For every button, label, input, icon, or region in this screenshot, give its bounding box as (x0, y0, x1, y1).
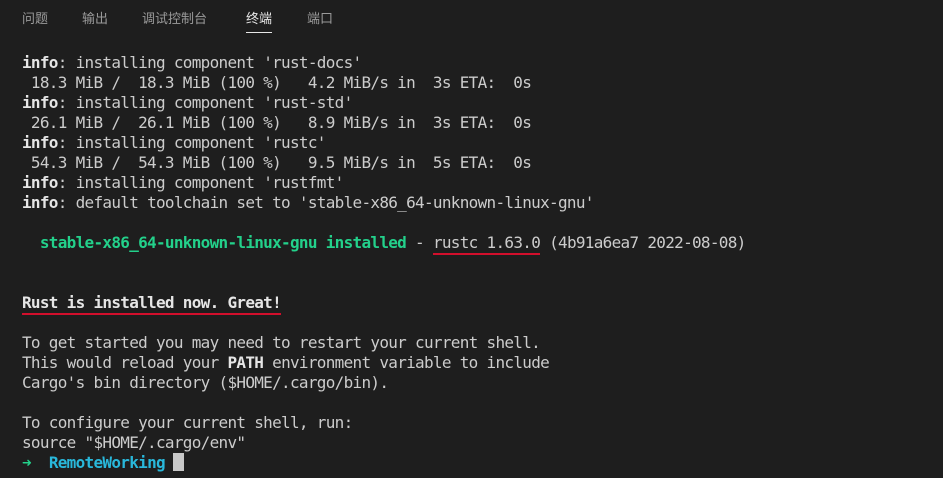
terminal-cursor (172, 453, 184, 471)
rustc-version-text: rustc 1.63.0 (432, 233, 541, 255)
terminal-line: To configure your current shell, run: (22, 413, 353, 432)
tab-problems[interactable]: 问题 (22, 10, 48, 32)
terminal-line: info: default toolchain set to 'stable-x… (22, 193, 937, 213)
terminal-line: 54.3 MiB / 54.3 MiB (100 %) 9.5 MiB/s in… (22, 153, 532, 172)
info-prefix: info (22, 133, 58, 152)
prompt-arrow-icon: ➜ (22, 453, 32, 472)
prompt-line[interactable]: ➜ RemoteWorking (22, 453, 937, 473)
terminal-line: Cargo's bin directory ($HOME/.cargo/bin)… (22, 373, 389, 392)
terminal-line: source "$HOME/.cargo/env" (22, 433, 246, 452)
terminal-line: info: installing component 'rust-std' (22, 93, 937, 113)
info-prefix: info (22, 173, 58, 192)
tab-debug-console[interactable]: 调试控制台 (142, 10, 207, 32)
info-prefix: info (22, 93, 58, 112)
line-text: environment variable to include (263, 353, 550, 372)
tab-ports[interactable]: 端口 (307, 10, 333, 32)
installed-dash: - (406, 233, 433, 252)
panel-tab-bar: 问题 输出 调试控制台 终端 端口 (0, 0, 943, 40)
terminal-line: This would reload your PATH environment … (22, 353, 937, 373)
prompt-directory: RemoteWorking (48, 453, 166, 472)
terminal-line: info: installing component 'rustfmt' (22, 173, 937, 193)
line-text: This would reload your (22, 353, 228, 372)
success-line: Rust is installed now. Great! (22, 293, 937, 315)
line-text: : installing component 'rust-docs' (57, 53, 362, 72)
line-text: : installing component 'rustc' (57, 133, 327, 152)
info-prefix: info (22, 53, 58, 72)
rustc-build-info: (4b91a6ea7 2022-08-08) (540, 233, 746, 252)
tab-output[interactable]: 输出 (82, 10, 108, 32)
info-prefix: info (22, 193, 58, 212)
line-text: : installing component 'rustfmt' (57, 173, 345, 192)
path-keyword: PATH (227, 353, 264, 372)
installed-line: stable-x86_64-unknown-linux-gnu installe… (22, 233, 937, 255)
line-text: : installing component 'rust-std' (57, 93, 353, 112)
terminal-output[interactable]: info: installing component 'rust-docs' 1… (22, 53, 937, 473)
installed-toolchain-text: stable-x86_64-unknown-linux-gnu installe… (22, 233, 407, 252)
success-message: Rust is installed now. Great! (22, 293, 282, 315)
terminal-line: To get started you may need to restart y… (22, 333, 541, 352)
terminal-line: info: installing component 'rust-docs' (22, 53, 937, 73)
tab-terminal[interactable]: 终端 (246, 10, 273, 33)
terminal-line: 18.3 MiB / 18.3 MiB (100 %) 4.2 MiB/s in… (22, 73, 532, 92)
terminal-line: 26.1 MiB / 26.1 MiB (100 %) 8.9 MiB/s in… (22, 113, 532, 132)
line-text: : default toolchain set to 'stable-x86_6… (57, 193, 595, 212)
terminal-line: info: installing component 'rustc' (22, 133, 937, 153)
